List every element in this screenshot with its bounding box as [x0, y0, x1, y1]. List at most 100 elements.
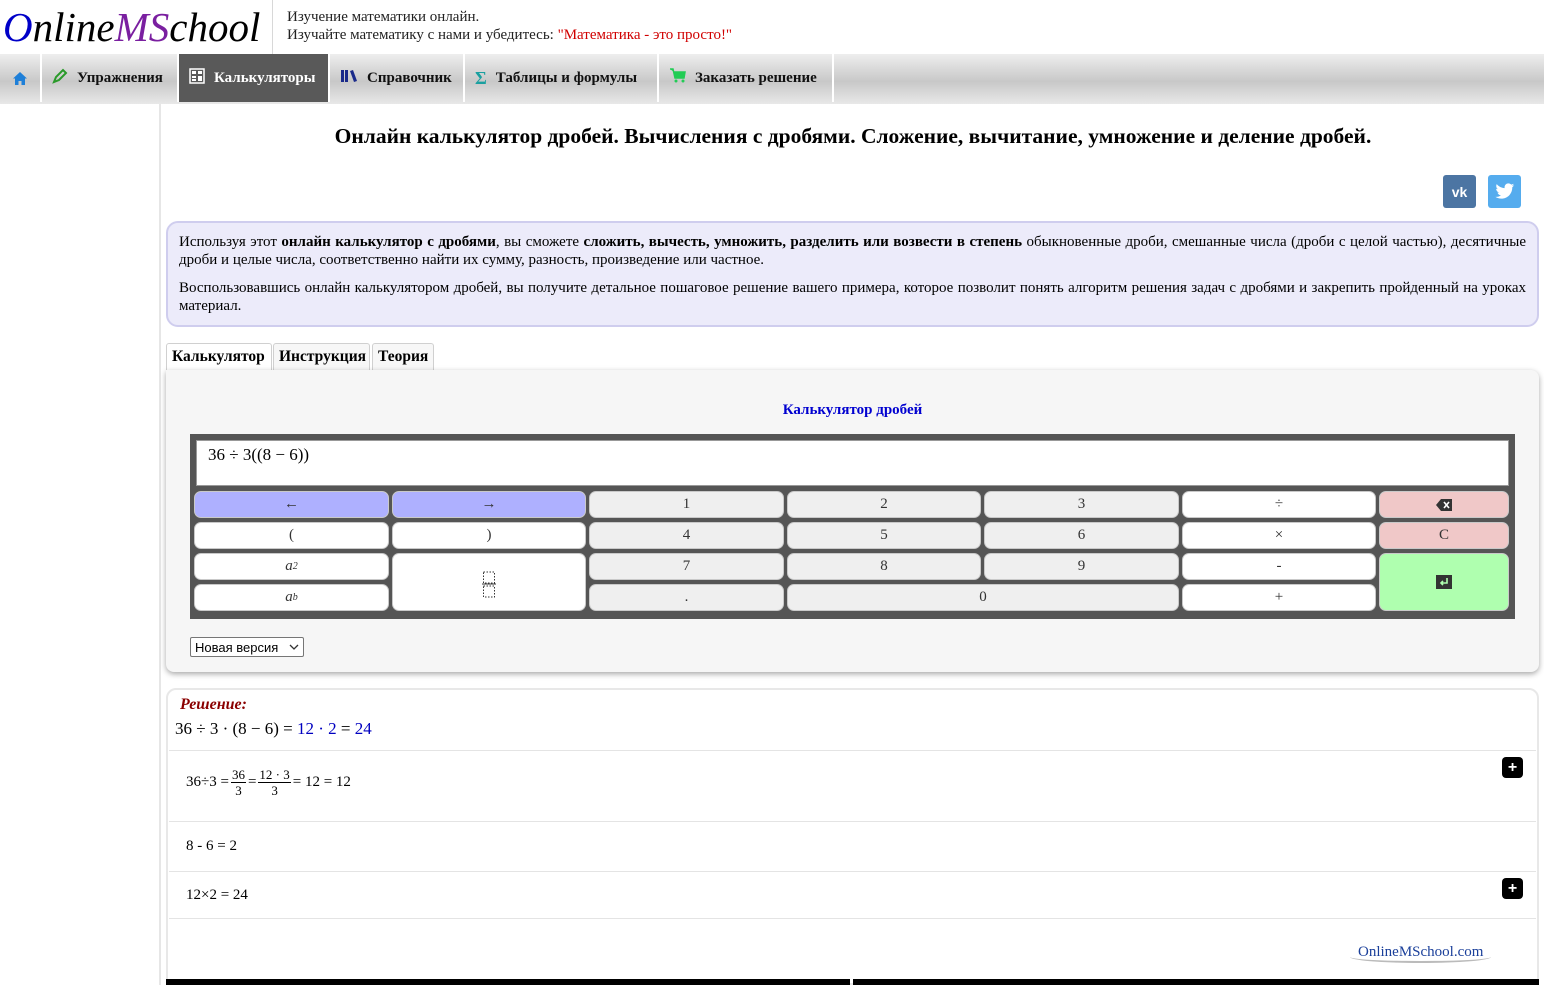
key-6[interactable]: 6: [984, 522, 1179, 549]
intro-text: , вы сможете: [495, 234, 584, 250]
onlinemschool-link[interactable]: OnlineMSchool.com: [1350, 944, 1492, 963]
logo-part-ms: MS: [114, 4, 170, 50]
nav-label: Упражнения: [77, 69, 163, 86]
cursor-left-button[interactable]: ←: [194, 491, 389, 518]
main-nav: Упражнения Калькуляторы Справочник Σ Таб…: [0, 54, 1544, 104]
tagline-line2: Изучайте математику с нами и убедитесь: …: [287, 26, 732, 44]
key-open-paren[interactable]: (: [194, 522, 389, 549]
chevron-down-icon: [289, 644, 299, 650]
solution-expression: 36 ÷ 3 · (8 − 6) =: [175, 719, 297, 738]
solution-equals: =: [336, 719, 355, 738]
key-2[interactable]: 2: [787, 491, 981, 518]
version-select-value: Новая версия: [195, 639, 279, 655]
power-button[interactable]: ab: [194, 584, 389, 611]
enter-icon: [1436, 575, 1452, 589]
solution-step-1: 36÷3 = 36 3 = 12 · 33 = 12 = 12 +: [169, 750, 1536, 821]
bottom-bar: [853, 979, 1539, 985]
step-1-content: 36÷3 = 36 3 = 12 · 33 = 12 = 12: [186, 767, 351, 798]
key-8[interactable]: 8: [787, 553, 981, 580]
calculator-title: Калькулятор дробей: [782, 402, 923, 418]
nav-order-solution[interactable]: Заказать решение: [659, 54, 834, 102]
step-1-tail: = 12 = 12: [292, 774, 351, 790]
intro-bold: онлайн калькулятор с дробями: [281, 234, 496, 250]
logo-part-nline: nline: [32, 4, 115, 50]
intro-paragraph-1: Используя этот онлайн калькулятор с дроб…: [179, 233, 1526, 269]
fraction-numerator: 12 · 3: [258, 767, 291, 783]
vk-icon: vk: [1451, 183, 1468, 200]
calculator-keypad-frame: 36 ÷ 3((8 − 6)) ← → 1 2 3 ÷ ( ) 4 5 6 × …: [190, 434, 1515, 619]
square-button[interactable]: a2: [194, 553, 389, 580]
enter-button[interactable]: [1379, 553, 1509, 611]
twitter-share-button[interactable]: [1488, 175, 1521, 208]
tagline-line1: Изучение математики онлайн.: [287, 9, 480, 25]
equals-sign: =: [247, 774, 257, 790]
intro-paragraph-2: Воспользовавшись онлайн калькулятором др…: [179, 280, 1526, 314]
logo-part-chool: chool: [169, 4, 261, 50]
nav-tables-formulas[interactable]: Σ Таблицы и формулы: [465, 54, 659, 102]
key-9[interactable]: 9: [984, 553, 1179, 580]
step-1-prefix: 36÷3 =: [186, 774, 229, 790]
logo-part-o: O: [3, 4, 33, 50]
fraction: 36 3: [230, 767, 246, 798]
page-title: Онлайн калькулятор дробей. Вычисления с …: [334, 124, 1372, 148]
nav-home[interactable]: [0, 54, 42, 102]
vk-share-button[interactable]: vk: [1443, 175, 1476, 208]
solution-label: Решение:: [180, 696, 247, 713]
tab-instruction[interactable]: Инструкция: [273, 343, 370, 371]
sidebar-divider: [159, 104, 161, 985]
key-divide[interactable]: ÷: [1182, 491, 1376, 518]
key-1[interactable]: 1: [589, 491, 784, 518]
key-close-paren[interactable]: ): [392, 522, 586, 549]
fraction-numerator: 36: [230, 767, 246, 783]
key-plus[interactable]: +: [1182, 584, 1376, 611]
expand-step-button[interactable]: +: [1502, 878, 1523, 899]
sigma-icon: Σ: [475, 67, 487, 88]
solution-panel: Решение: 36 ÷ 3 · (8 − 6) = 12 · 2 = 24 …: [166, 688, 1539, 985]
backspace-icon: [1436, 498, 1452, 511]
pencil-icon: [52, 68, 68, 89]
key-multiply[interactable]: ×: [1182, 522, 1376, 549]
nav-label: Справочник: [367, 69, 452, 86]
clear-button[interactable]: C: [1379, 522, 1509, 549]
version-select[interactable]: Новая версия: [190, 637, 304, 657]
bottom-bar: [166, 979, 850, 985]
cursor-right-button[interactable]: →: [392, 491, 586, 518]
twitter-icon: [1494, 183, 1514, 199]
tab-calculator[interactable]: Калькулятор: [166, 343, 272, 371]
arrow-right-icon: →: [481, 496, 497, 512]
key-minus[interactable]: -: [1182, 553, 1376, 580]
expression-input[interactable]: 36 ÷ 3((8 − 6)): [196, 440, 1509, 486]
key-decimal-point[interactable]: .: [589, 584, 784, 611]
fraction: 12 · 33: [258, 767, 291, 798]
nav-exercises[interactable]: Упражнения: [42, 54, 179, 102]
arrow-left-icon: ←: [284, 496, 299, 512]
nav-label: Калькуляторы: [214, 69, 316, 86]
nav-label: Таблицы и формулы: [495, 69, 638, 86]
key-5[interactable]: 5: [787, 522, 981, 549]
nav-reference[interactable]: Справочник: [330, 54, 465, 102]
fraction-denominator: 3: [271, 783, 278, 798]
square-exponent: 2: [292, 561, 298, 572]
key-3[interactable]: 3: [984, 491, 1179, 518]
key-0[interactable]: 0: [787, 584, 1179, 611]
step-3-content: 12×2 = 24: [186, 887, 248, 903]
books-icon: [340, 69, 358, 88]
site-logo[interactable]: OnlineMSchool: [3, 2, 260, 52]
intro-bold: сложить, вычесть, умножить, разделить ил…: [583, 234, 1023, 250]
fraction-button[interactable]: [392, 553, 586, 611]
cart-icon: [669, 68, 686, 88]
solution-step-3: 12×2 = 24 +: [169, 871, 1536, 919]
backspace-button[interactable]: [1379, 491, 1509, 518]
nav-calculators[interactable]: Калькуляторы: [179, 54, 330, 102]
tab-theory[interactable]: Теория: [372, 343, 434, 371]
site-tagline: Изучение математики онлайн. Изучайте мат…: [287, 8, 732, 44]
tagline-quote: "Математика - это просто!": [557, 27, 733, 43]
tagline-prefix: Изучайте математику с нами и убедитесь:: [287, 27, 558, 43]
home-icon: [13, 71, 27, 85]
expand-step-button[interactable]: +: [1502, 757, 1523, 778]
key-4[interactable]: 4: [589, 522, 784, 549]
site-header: OnlineMSchool Изучение математики онлайн…: [0, 0, 1544, 54]
intro-description: Используя этот онлайн калькулятор с дроб…: [166, 221, 1539, 327]
key-7[interactable]: 7: [589, 553, 784, 580]
nav-label: Заказать решение: [695, 69, 817, 86]
